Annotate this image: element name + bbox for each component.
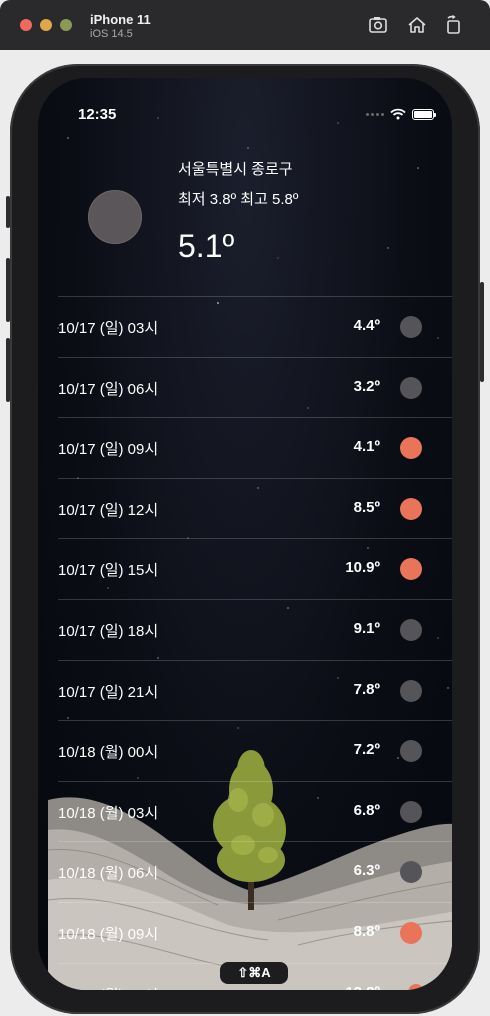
simulator-titlebar: iPhone 11 iOS 14.5 (0, 0, 490, 50)
forecast-date: 10/17 (일) 12시 (58, 501, 159, 519)
forecast-date: 10/18 (월) 03시 (58, 804, 159, 822)
battery-icon (412, 108, 436, 120)
forecast-temperature: 13.8º (345, 984, 380, 990)
minimize-window-button[interactable] (40, 19, 52, 31)
moon-icon (88, 190, 142, 244)
moon-icon (400, 800, 422, 823)
screenshot-icon[interactable] (368, 14, 390, 36)
status-bar-icons (366, 108, 436, 120)
forecast-temperature: 7.2º (353, 741, 380, 759)
forecast-temperature: 10.9º (345, 559, 380, 577)
sun-icon (400, 437, 422, 460)
forecast-date: 10/17 (일) 21시 (58, 683, 159, 701)
mute-switch (6, 196, 10, 228)
cloud-sun-icon (400, 983, 424, 990)
moon-icon (400, 316, 422, 338)
forecast-row: 10/18 (월) 03시 6.8º (58, 780, 452, 842)
forecast-date: 10/18 (월) 09시 (58, 925, 159, 943)
sun-icon (400, 497, 422, 520)
hourly-forecast-list[interactable]: 10/17 (일) 03시 4.4º 10/17 (일) 06시 3.2º 10/17 … (58, 296, 452, 990)
moon-icon (400, 376, 422, 399)
min-max-temperature: 최저 3.8º 최고 5.8º (178, 191, 299, 208)
forecast-temperature: 7.8º (353, 680, 380, 698)
forecast-row: 10/17 (일) 06시 3.2º (58, 356, 452, 418)
sun-icon (400, 558, 422, 581)
power-button (480, 282, 484, 382)
volume-up-button (6, 258, 10, 322)
forecast-temperature: 4.4º (353, 317, 380, 334)
forecast-row: 10/17 (일) 18시 9.1º (58, 598, 452, 660)
forecast-date: 10/18 (월) 00시 (58, 744, 159, 762)
volume-down-button (6, 338, 10, 402)
status-bar-time: 12:35 (78, 106, 117, 123)
forecast-temperature: 8.5º (353, 498, 380, 516)
forecast-row: 10/18 (월) 09시 8.8º (58, 901, 452, 963)
forecast-temperature: 9.1º (353, 619, 380, 637)
forecast-row: 10/18 (월) 00시 7.2º (58, 720, 452, 781)
forecast-date: 10/17 (일) 06시 (58, 380, 159, 398)
moon-icon (400, 618, 422, 641)
forecast-date: 10/17 (일) 15시 (58, 562, 159, 580)
forecast-temperature: 8.8º (353, 922, 380, 940)
device-name: iPhone 11 (90, 12, 151, 27)
forecast-row: 10/18 (월) 06시 6.3º (58, 841, 452, 902)
current-temperature: 5.1º (178, 228, 235, 264)
moon-icon (400, 740, 422, 763)
cellular-signal-icon (366, 112, 384, 116)
wifi-icon (390, 108, 406, 120)
forecast-date: 10/18 (월) 06시 (58, 865, 159, 883)
phone-screen: 12:35 서울특별시 종로구 최저 3.8º 최고 5.8º 5.1º 10/… (38, 78, 452, 990)
forecast-row: 10/17 (일) 21시 7.8º (58, 659, 452, 721)
forecast-date: 10/17 (일) 03시 (58, 320, 159, 337)
forecast-temperature: 3.2º (353, 377, 380, 395)
forecast-temperature: 6.3º (353, 862, 380, 880)
location-name: 서울특별시 종로구 (178, 161, 293, 178)
forecast-row: 10/17 (일) 09시 4.1º (58, 417, 452, 478)
forecast-row: 10/17 (일) 15시 10.9º (58, 538, 452, 599)
os-version: iOS 14.5 (90, 28, 133, 40)
sun-icon (400, 921, 422, 944)
forecast-temperature: 4.1º (353, 438, 380, 456)
forecast-date: 10/17 (일) 09시 (58, 441, 159, 459)
forecast-date: 10/18 (월) 12시 (58, 984, 158, 990)
forecast-temperature: 6.8º (353, 801, 380, 819)
forecast-date: 10/17 (일) 18시 (58, 622, 159, 640)
rotate-icon[interactable] (442, 14, 464, 36)
forecast-row: 10/17 (일) 12시 8.5º (58, 477, 452, 539)
close-window-button[interactable] (20, 19, 32, 31)
zoom-window-button[interactable] (60, 19, 72, 31)
keyboard-shortcut-hint: ⇧⌘A (220, 962, 288, 984)
moon-icon (400, 861, 422, 884)
forecast-row: 10/17 (일) 03시 4.4º (58, 296, 452, 357)
moon-icon (400, 679, 422, 702)
home-icon[interactable] (406, 14, 428, 36)
